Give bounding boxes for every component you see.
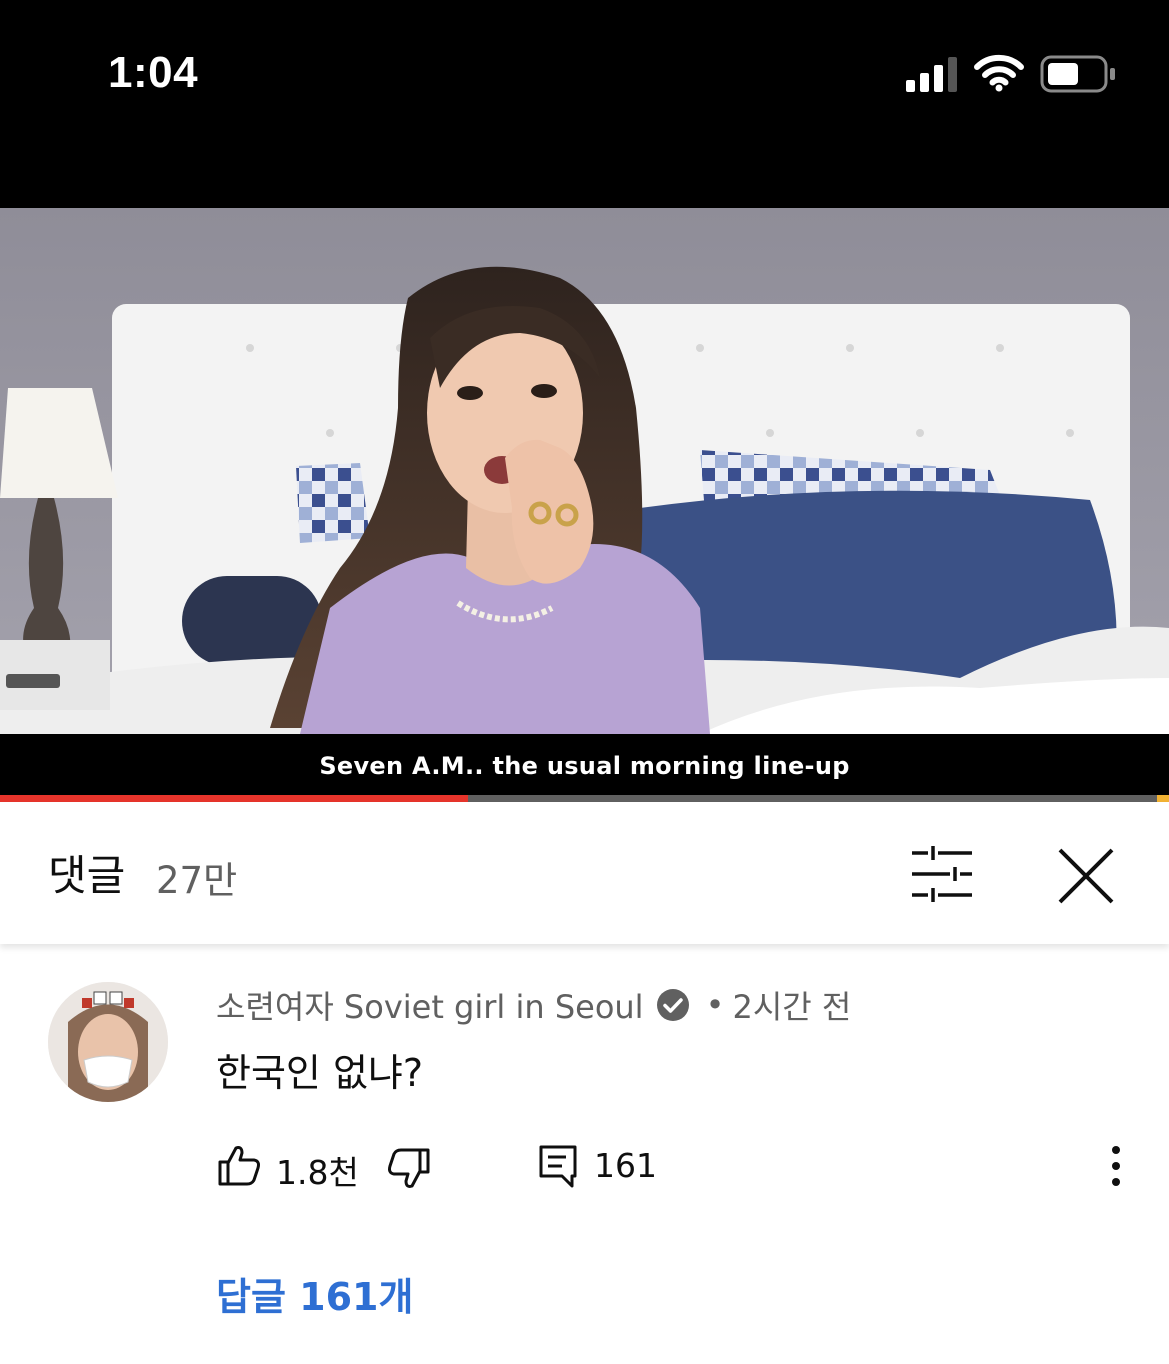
comments-count: 27만 bbox=[156, 859, 238, 902]
sliders-icon[interactable] bbox=[908, 844, 976, 904]
comment-time: 2시간 전 bbox=[732, 988, 852, 1026]
reply-count: 161 bbox=[594, 1146, 657, 1185]
status-bar: 1:04 bbox=[0, 0, 1169, 208]
video-player[interactable] bbox=[0, 208, 1169, 734]
like-count: 1.8천 bbox=[276, 1153, 359, 1192]
video-frame bbox=[0, 208, 1169, 734]
view-replies-link[interactable]: 답글 161개 bbox=[216, 1266, 413, 1321]
comments-panel-header: 댓글 27만 bbox=[0, 802, 1169, 944]
comment-actions: 1.8천 161 bbox=[216, 1142, 1136, 1192]
status-time: 1:04 bbox=[108, 48, 199, 97]
close-icon[interactable] bbox=[1054, 844, 1118, 908]
meta-separator: • bbox=[705, 986, 725, 1024]
video-subtitle: Seven A.M.. the usual morning line-up bbox=[319, 752, 850, 780]
comment-author[interactable]: 소련여자 Soviet girl in Seoul bbox=[216, 982, 644, 1028]
verified-check-icon bbox=[656, 989, 689, 1021]
thumbs-down-icon[interactable] bbox=[386, 1146, 432, 1192]
video-progress-end-marker bbox=[1157, 795, 1169, 802]
video-subtitle-bar: Seven A.M.. the usual morning line-up bbox=[0, 734, 1169, 796]
cellular-signal-icon bbox=[906, 57, 957, 92]
avatar[interactable] bbox=[48, 982, 168, 1102]
video-progress-fill bbox=[0, 795, 468, 802]
video-progress-bar[interactable] bbox=[0, 795, 1169, 802]
wifi-icon bbox=[974, 54, 1024, 92]
comment-item: 소련여자 Soviet girl in Seoul • 2시간 전 한국인 없냐… bbox=[0, 944, 1169, 1364]
battery-icon bbox=[1040, 55, 1115, 93]
comment-text: 한국인 없냐? bbox=[216, 1051, 424, 1095]
comment-meta: 소련여자 Soviet girl in Seoul • 2시간 전 bbox=[216, 982, 851, 1028]
reply-comment-icon[interactable] bbox=[538, 1144, 578, 1188]
comments-title: 댓글 bbox=[48, 851, 126, 900]
more-vertical-icon[interactable] bbox=[1096, 1144, 1136, 1188]
thumbs-up-icon[interactable] bbox=[216, 1142, 262, 1188]
